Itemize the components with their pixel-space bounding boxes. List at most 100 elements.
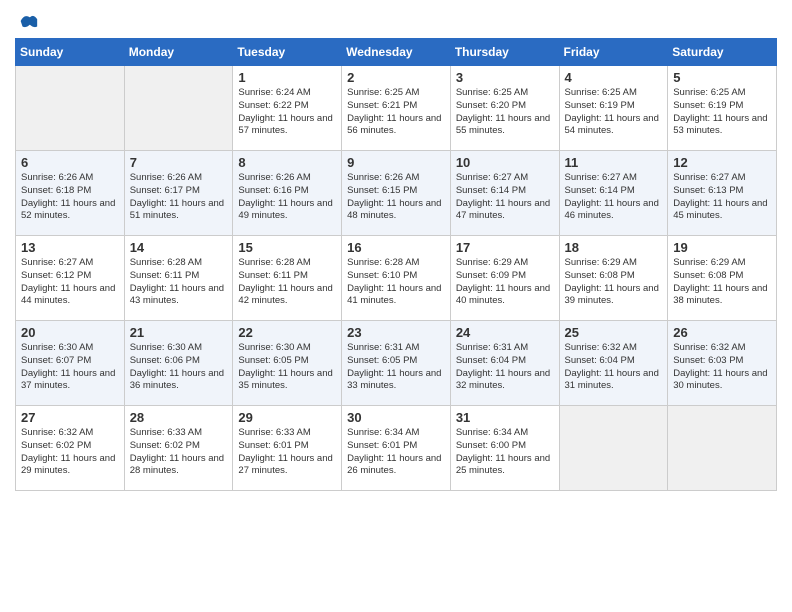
calendar-cell: 14 Sunrise: 6:28 AM Sunset: 6:11 PM Dayli… xyxy=(124,236,233,321)
cell-content: Sunrise: 6:28 AM Sunset: 6:10 PM Dayligh… xyxy=(347,257,445,308)
weekday-header-tuesday: Tuesday xyxy=(233,39,342,66)
calendar-cell xyxy=(124,66,233,151)
calendar-cell: 3 Sunrise: 6:25 AM Sunset: 6:20 PM Daylig… xyxy=(450,66,559,151)
day-number: 29 xyxy=(238,410,336,425)
calendar-week-row: 1 Sunrise: 6:24 AM Sunset: 6:22 PM Daylig… xyxy=(16,66,777,151)
day-number: 25 xyxy=(565,325,663,340)
calendar-cell: 1 Sunrise: 6:24 AM Sunset: 6:22 PM Daylig… xyxy=(233,66,342,151)
day-number: 6 xyxy=(21,155,119,170)
calendar-cell: 17Sunrise: 6:29 AM Sunset: 6:09 PM Dayli… xyxy=(450,236,559,321)
calendar-cell: 31Sunrise: 6:34 AM Sunset: 6:00 PM Dayli… xyxy=(450,406,559,491)
day-number: 8 xyxy=(238,155,336,170)
day-number: 16 xyxy=(347,240,445,255)
weekday-header-friday: Friday xyxy=(559,39,668,66)
cell-content: Sunrise: 6:29 AM Sunset: 6:09 PM Dayligh… xyxy=(456,257,554,308)
calendar-cell: 15 Sunrise: 6:28 AM Sunset: 6:11 PM Dayli… xyxy=(233,236,342,321)
day-number: 30 xyxy=(347,410,445,425)
calendar-cell: 12 Sunrise: 6:27 AM Sunset: 6:13 PM Dayli… xyxy=(668,151,777,236)
calendar-week-row: 6 Sunrise: 6:26 AM Sunset: 6:18 PM Daylig… xyxy=(16,151,777,236)
day-number: 31 xyxy=(456,410,554,425)
day-number: 18 xyxy=(565,240,663,255)
day-number: 1 xyxy=(238,70,336,85)
cell-content: Sunrise: 6:33 AM Sunset: 6:01 PM Dayligh… xyxy=(238,427,336,478)
day-number: 20 xyxy=(21,325,119,340)
calendar-week-row: 27Sunrise: 6:32 AM Sunset: 6:02 PM Dayli… xyxy=(16,406,777,491)
cell-content: Sunrise: 6:32 AM Sunset: 6:03 PM Dayligh… xyxy=(673,342,771,393)
cell-content: Sunrise: 6:26 AM Sunset: 6:17 PM Dayligh… xyxy=(130,172,228,223)
cell-content: Sunrise: 6:25 AM Sunset: 6:21 PM Dayligh… xyxy=(347,87,445,138)
calendar-cell: 4 Sunrise: 6:25 AM Sunset: 6:19 PM Daylig… xyxy=(559,66,668,151)
cell-content: Sunrise: 6:25 AM Sunset: 6:20 PM Dayligh… xyxy=(456,87,554,138)
day-number: 9 xyxy=(347,155,445,170)
calendar-cell: 6 Sunrise: 6:26 AM Sunset: 6:18 PM Daylig… xyxy=(16,151,125,236)
cell-content: Sunrise: 6:28 AM Sunset: 6:11 PM Dayligh… xyxy=(130,257,228,308)
calendar-cell xyxy=(16,66,125,151)
calendar-cell: 8 Sunrise: 6:26 AM Sunset: 6:16 PM Daylig… xyxy=(233,151,342,236)
calendar-cell: 26 Sunrise: 6:32 AM Sunset: 6:03 PM Dayli… xyxy=(668,321,777,406)
day-number: 12 xyxy=(673,155,771,170)
calendar-cell: 7 Sunrise: 6:26 AM Sunset: 6:17 PM Daylig… xyxy=(124,151,233,236)
cell-content: Sunrise: 6:33 AM Sunset: 6:02 PM Dayligh… xyxy=(130,427,228,478)
day-number: 13 xyxy=(21,240,119,255)
calendar-cell: 2 Sunrise: 6:25 AM Sunset: 6:21 PM Daylig… xyxy=(342,66,451,151)
calendar-cell: 11 Sunrise: 6:27 AM Sunset: 6:14 PM Dayli… xyxy=(559,151,668,236)
day-number: 7 xyxy=(130,155,228,170)
cell-content: Sunrise: 6:25 AM Sunset: 6:19 PM Dayligh… xyxy=(565,87,663,138)
day-number: 24 xyxy=(456,325,554,340)
day-number: 4 xyxy=(565,70,663,85)
calendar-cell: 18 Sunrise: 6:29 AM Sunset: 6:08 PM Dayli… xyxy=(559,236,668,321)
cell-content: Sunrise: 6:30 AM Sunset: 6:07 PM Dayligh… xyxy=(21,342,119,393)
calendar-cell: 5 Sunrise: 6:25 AM Sunset: 6:19 PM Daylig… xyxy=(668,66,777,151)
day-number: 14 xyxy=(130,240,228,255)
cell-content: Sunrise: 6:31 AM Sunset: 6:05 PM Dayligh… xyxy=(347,342,445,393)
day-number: 23 xyxy=(347,325,445,340)
cell-content: Sunrise: 6:27 AM Sunset: 6:14 PM Dayligh… xyxy=(456,172,554,223)
calendar-cell: 29 Sunrise: 6:33 AM Sunset: 6:01 PM Dayli… xyxy=(233,406,342,491)
cell-content: Sunrise: 6:29 AM Sunset: 6:08 PM Dayligh… xyxy=(565,257,663,308)
day-number: 15 xyxy=(238,240,336,255)
cell-content: Sunrise: 6:25 AM Sunset: 6:19 PM Dayligh… xyxy=(673,87,771,138)
calendar-cell: 30 Sunrise: 6:34 AM Sunset: 6:01 PM Dayli… xyxy=(342,406,451,491)
calendar-cell: 28 Sunrise: 6:33 AM Sunset: 6:02 PM Dayli… xyxy=(124,406,233,491)
day-number: 26 xyxy=(673,325,771,340)
weekday-header-saturday: Saturday xyxy=(668,39,777,66)
weekday-header-sunday: Sunday xyxy=(16,39,125,66)
calendar-cell: 20 Sunrise: 6:30 AM Sunset: 6:07 PM Dayli… xyxy=(16,321,125,406)
cell-content: Sunrise: 6:34 AM Sunset: 6:01 PM Dayligh… xyxy=(347,427,445,478)
calendar-cell: 19Sunrise: 6:29 AM Sunset: 6:08 PM Dayli… xyxy=(668,236,777,321)
calendar-cell: 9 Sunrise: 6:26 AM Sunset: 6:15 PM Daylig… xyxy=(342,151,451,236)
calendar-cell: 21Sunrise: 6:30 AM Sunset: 6:06 PM Dayli… xyxy=(124,321,233,406)
cell-content: Sunrise: 6:27 AM Sunset: 6:14 PM Dayligh… xyxy=(565,172,663,223)
calendar-cell: 22Sunrise: 6:30 AM Sunset: 6:05 PM Dayli… xyxy=(233,321,342,406)
day-number: 2 xyxy=(347,70,445,85)
day-number: 22 xyxy=(238,325,336,340)
cell-content: Sunrise: 6:28 AM Sunset: 6:11 PM Dayligh… xyxy=(238,257,336,308)
day-number: 5 xyxy=(673,70,771,85)
calendar-cell xyxy=(668,406,777,491)
calendar-cell: 10Sunrise: 6:27 AM Sunset: 6:14 PM Dayli… xyxy=(450,151,559,236)
day-number: 19 xyxy=(673,240,771,255)
cell-content: Sunrise: 6:26 AM Sunset: 6:16 PM Dayligh… xyxy=(238,172,336,223)
weekday-header-row: SundayMondayTuesdayWednesdayThursdayFrid… xyxy=(16,39,777,66)
day-number: 3 xyxy=(456,70,554,85)
calendar-cell: 16 Sunrise: 6:28 AM Sunset: 6:10 PM Dayli… xyxy=(342,236,451,321)
day-number: 27 xyxy=(21,410,119,425)
weekday-header-thursday: Thursday xyxy=(450,39,559,66)
cell-content: Sunrise: 6:31 AM Sunset: 6:04 PM Dayligh… xyxy=(456,342,554,393)
calendar-cell: 23 Sunrise: 6:31 AM Sunset: 6:05 PM Dayli… xyxy=(342,321,451,406)
calendar-week-row: 20 Sunrise: 6:30 AM Sunset: 6:07 PM Dayli… xyxy=(16,321,777,406)
day-number: 11 xyxy=(565,155,663,170)
calendar-cell: 27Sunrise: 6:32 AM Sunset: 6:02 PM Dayli… xyxy=(16,406,125,491)
calendar-cell: 24 Sunrise: 6:31 AM Sunset: 6:04 PM Dayli… xyxy=(450,321,559,406)
logo-icon xyxy=(17,10,39,32)
cell-content: Sunrise: 6:26 AM Sunset: 6:18 PM Dayligh… xyxy=(21,172,119,223)
cell-content: Sunrise: 6:27 AM Sunset: 6:13 PM Dayligh… xyxy=(673,172,771,223)
calendar-week-row: 13 Sunrise: 6:27 AM Sunset: 6:12 PM Dayli… xyxy=(16,236,777,321)
calendar-table: SundayMondayTuesdayWednesdayThursdayFrid… xyxy=(15,38,777,491)
day-number: 28 xyxy=(130,410,228,425)
calendar-cell xyxy=(559,406,668,491)
cell-content: Sunrise: 6:26 AM Sunset: 6:15 PM Dayligh… xyxy=(347,172,445,223)
weekday-header-monday: Monday xyxy=(124,39,233,66)
cell-content: Sunrise: 6:27 AM Sunset: 6:12 PM Dayligh… xyxy=(21,257,119,308)
cell-content: Sunrise: 6:24 AM Sunset: 6:22 PM Dayligh… xyxy=(238,87,336,138)
